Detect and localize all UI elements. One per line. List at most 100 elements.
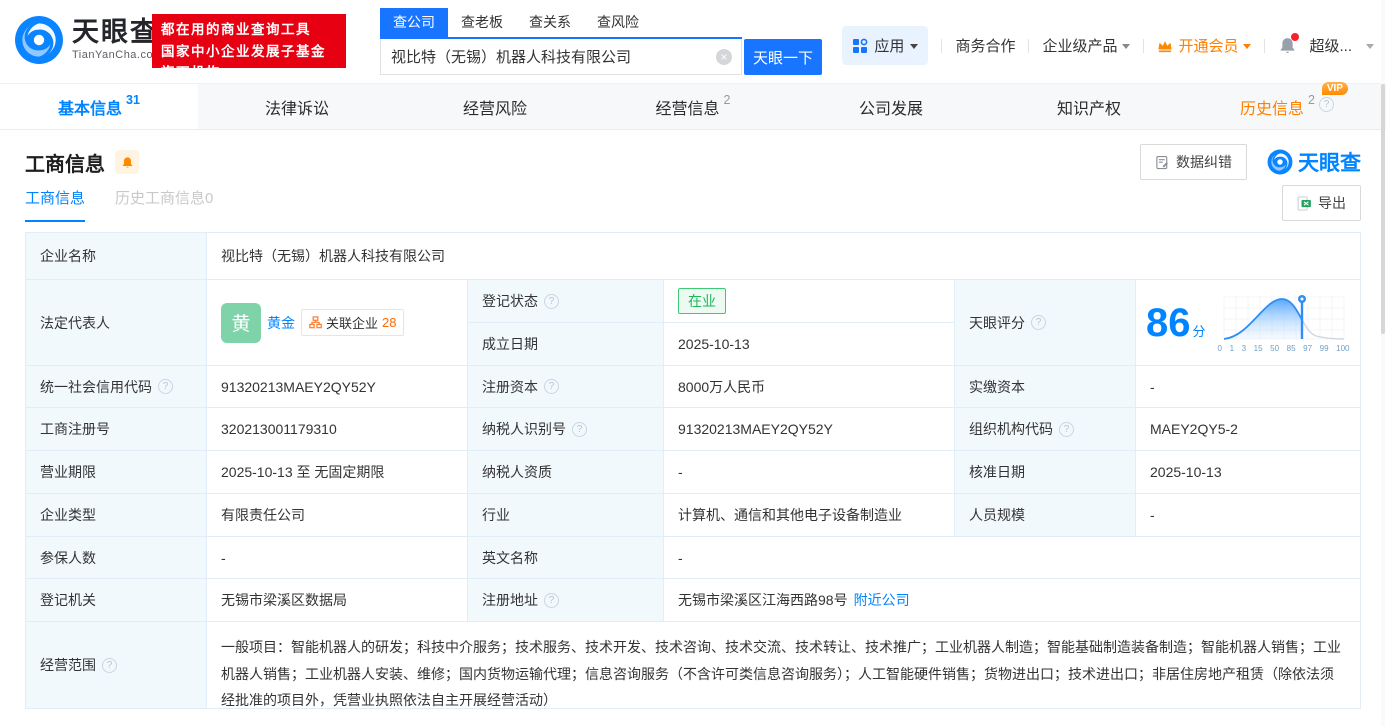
value-reg-number: 320213001179310 bbox=[207, 408, 467, 450]
search-tabs: 查公司 查老板 查关系 查风险 bbox=[380, 8, 742, 39]
nav-open-vip[interactable]: 开通会员 bbox=[1157, 35, 1251, 56]
top-nav: 应用 商务合作 企业级产品 开通会员 bbox=[842, 26, 1374, 65]
divider bbox=[941, 39, 942, 53]
related-label: 关联企业 bbox=[326, 313, 378, 332]
tab-operation-info[interactable]: 经营信息 2 bbox=[594, 84, 792, 129]
chevron-down-icon bbox=[1122, 44, 1130, 49]
subtab-history-business-info[interactable]: 历史工商信息0 bbox=[115, 187, 213, 222]
label-industry: 行业 bbox=[468, 494, 663, 536]
subtab-row: 工商信息 历史工商信息0 导出 bbox=[25, 184, 1361, 222]
value-english-name: - bbox=[664, 537, 1360, 578]
business-info-table: 企业名称 视比特（无锡）机器人科技有限公司 法定代表人 黄 黄金 bbox=[25, 232, 1361, 709]
help-icon[interactable]: ? bbox=[158, 379, 173, 394]
tab-basic-info[interactable]: 基本信息 31 bbox=[0, 84, 198, 129]
label-org-code: 组织机构代码? bbox=[955, 408, 1135, 450]
divider bbox=[1264, 39, 1265, 53]
tab-history-info[interactable]: 历史信息 2 ? VIP bbox=[1188, 84, 1386, 129]
label-business-term: 营业期限 bbox=[26, 451, 206, 493]
value-industry: 计算机、通信和其他电子设备制造业 bbox=[664, 494, 954, 536]
score-distribution-chart: 0131550859799100 bbox=[1218, 293, 1350, 353]
value-reg-address: 无锡市梁溪区江海西路98号 附近公司 bbox=[664, 579, 1360, 621]
main-content: 工商信息 数据纠错 bbox=[0, 142, 1386, 709]
chevron-down-icon[interactable] bbox=[1366, 44, 1374, 49]
search-tab-boss[interactable]: 查老板 bbox=[448, 8, 516, 37]
nearby-companies-link[interactable]: 附近公司 bbox=[854, 590, 910, 610]
nav-business-cooperation[interactable]: 商务合作 bbox=[955, 35, 1015, 56]
scrollbar[interactable] bbox=[1381, 0, 1385, 726]
tianyancha-watermark: 天眼查 bbox=[1267, 147, 1361, 177]
search-tab-risk[interactable]: 查风险 bbox=[584, 8, 652, 37]
help-icon[interactable]: ? bbox=[102, 658, 117, 673]
tab-operation-risk[interactable]: 经营风险 bbox=[396, 84, 594, 129]
help-icon[interactable]: ? bbox=[1319, 97, 1334, 112]
tab-count: 31 bbox=[126, 93, 140, 107]
tab-label: 基本信息 bbox=[58, 95, 122, 119]
label-taxpayer-quality: 纳税人资质 bbox=[468, 451, 663, 493]
value-approval-date: 2025-10-13 bbox=[1136, 451, 1360, 493]
value-business-term: 2025-10-13 至 无固定期限 bbox=[207, 451, 467, 493]
value-taxpayer-quality: - bbox=[664, 451, 954, 493]
help-icon[interactable]: ? bbox=[572, 422, 587, 437]
help-icon[interactable]: ? bbox=[544, 379, 559, 394]
search-tab-relation[interactable]: 查关系 bbox=[516, 8, 584, 37]
legal-rep-avatar[interactable]: 黄 bbox=[221, 303, 261, 343]
help-icon[interactable]: ? bbox=[544, 294, 559, 309]
tab-company-development[interactable]: 公司发展 bbox=[792, 84, 990, 129]
notification-dot bbox=[1291, 33, 1299, 41]
status-badge: 在业 bbox=[678, 288, 726, 314]
data-correction-label: 数据纠错 bbox=[1176, 152, 1232, 172]
value-reg-status: 在业 bbox=[664, 280, 954, 322]
tab-count: 2 bbox=[724, 93, 731, 107]
label-reg-capital: 注册资本? bbox=[468, 366, 663, 407]
label-approval-date: 核准日期 bbox=[955, 451, 1135, 493]
document-edit-icon bbox=[1155, 155, 1170, 170]
related-companies-badge[interactable]: 关联企业 28 bbox=[301, 309, 404, 336]
chevron-down-icon bbox=[1243, 44, 1251, 49]
value-staff-size: - bbox=[1136, 494, 1360, 536]
scrollbar-thumb[interactable] bbox=[1381, 84, 1385, 334]
nav-super-vip[interactable]: 超级... bbox=[1309, 35, 1352, 56]
monitor-bell-icon[interactable] bbox=[115, 150, 139, 174]
tab-legal-litigation[interactable]: 法律诉讼 bbox=[198, 84, 396, 129]
legal-rep-name-link[interactable]: 黄金 bbox=[267, 313, 295, 333]
promo-banner: 都在用的商业查询工具 国家中小企业发展子基金旗下机构 bbox=[152, 14, 346, 68]
nav-enterprise-products[interactable]: 企业级产品 bbox=[1042, 35, 1130, 56]
search-input[interactable] bbox=[380, 39, 742, 75]
watermark-label: 天眼查 bbox=[1298, 147, 1361, 177]
subtab-business-info[interactable]: 工商信息 bbox=[25, 187, 85, 222]
tab-label: 知识产权 bbox=[1057, 95, 1121, 119]
search-tab-company[interactable]: 查公司 bbox=[380, 8, 448, 37]
label-credit-code: 统一社会信用代码? bbox=[26, 366, 206, 407]
clear-icon[interactable]: × bbox=[716, 49, 732, 65]
tab-label: 法律诉讼 bbox=[265, 95, 329, 119]
apps-menu-button[interactable]: 应用 bbox=[842, 26, 928, 65]
divider bbox=[1143, 39, 1144, 53]
section-header: 工商信息 数据纠错 bbox=[25, 142, 1361, 182]
tianyancha-swirl-icon bbox=[1267, 149, 1293, 175]
label-score: 天眼评分? bbox=[955, 280, 1135, 365]
site-logo[interactable]: 天眼查 TianYanCha.com bbox=[14, 15, 163, 65]
tianyancha-swirl-icon bbox=[14, 15, 64, 65]
label-reg-authority: 登记机关 bbox=[26, 579, 206, 621]
help-icon[interactable]: ? bbox=[544, 593, 559, 608]
label-reg-status: 登记状态? bbox=[468, 280, 663, 322]
help-icon[interactable]: ? bbox=[1059, 422, 1074, 437]
logo-domain: TianYanCha.com bbox=[72, 49, 163, 61]
data-correction-button[interactable]: 数据纠错 bbox=[1140, 144, 1247, 180]
label-staff-size: 人员规模 bbox=[955, 494, 1135, 536]
tianyancha-page: 天眼查 TianYanCha.com 都在用的商业查询工具 国家中小企业发展子基… bbox=[0, 0, 1386, 726]
value-paid-capital: - bbox=[1136, 366, 1360, 407]
label-paid-capital: 实缴资本 bbox=[955, 366, 1135, 407]
tab-intellectual-property[interactable]: 知识产权 bbox=[990, 84, 1188, 129]
notification-bell[interactable] bbox=[1278, 36, 1297, 55]
label-business-scope: 经营范围? bbox=[26, 622, 206, 708]
label-company-type: 企业类型 bbox=[26, 494, 206, 536]
banner-line2: 国家中小企业发展子基金旗下机构 bbox=[161, 41, 337, 84]
export-button[interactable]: 导出 bbox=[1282, 185, 1361, 221]
search-button[interactable]: 天眼一下 bbox=[744, 39, 822, 75]
label-english-name: 英文名称 bbox=[468, 537, 663, 578]
chevron-down-icon bbox=[910, 44, 918, 49]
help-icon[interactable]: ? bbox=[1031, 315, 1046, 330]
value-company-name: 视比特（无锡）机器人科技有限公司 bbox=[207, 233, 1360, 279]
score-unit: 分 bbox=[1193, 321, 1206, 340]
